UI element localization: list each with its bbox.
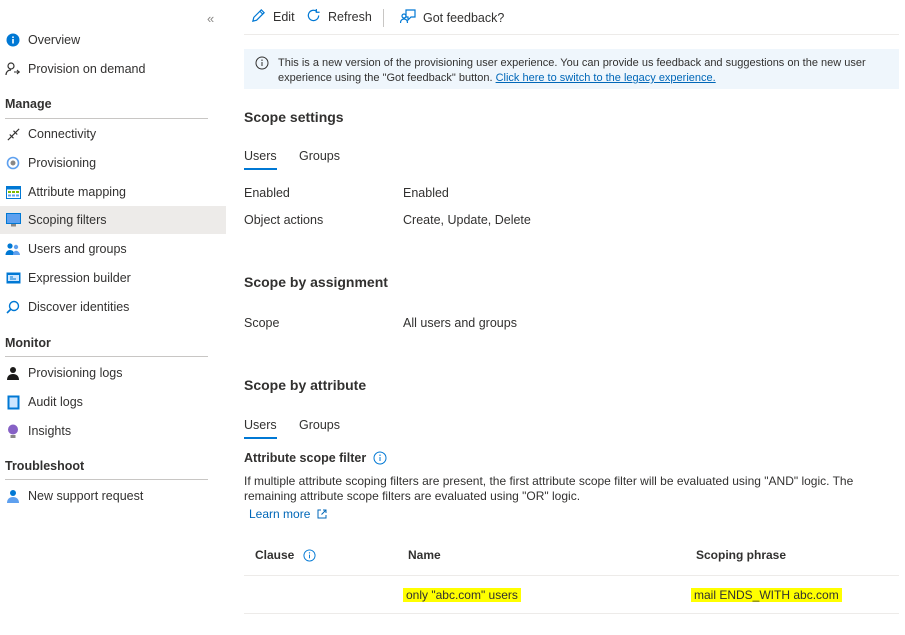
info-icon	[255, 56, 269, 75]
sidebar-item-label: Attribute mapping	[28, 185, 126, 199]
info-banner: This is a new version of the provisionin…	[244, 49, 899, 89]
sidebar-item-label: Provisioning logs	[28, 366, 123, 380]
sidebar-item-label: Scoping filters	[28, 213, 107, 227]
sidebar-item-label: Provisioning	[28, 156, 97, 170]
refresh-button[interactable]: Refresh	[306, 8, 372, 26]
sidebar-item-label: Provision on demand	[28, 62, 146, 76]
divider	[5, 479, 208, 480]
scoping-phrase: mail ENDS_WITH abc.com	[691, 588, 842, 602]
edit-label: Edit	[273, 10, 295, 24]
sidebar-item-expression-builder[interactable]: Expression builder	[0, 264, 226, 292]
audit-logs-icon	[5, 394, 21, 410]
sidebar-item-users-and-groups[interactable]: Users and groups	[0, 235, 226, 263]
scope-key: Scope	[244, 316, 280, 330]
info-icon[interactable]	[373, 451, 387, 465]
edit-icon	[251, 8, 266, 26]
refresh-label: Refresh	[328, 10, 372, 24]
insights-icon	[5, 423, 21, 439]
sidebar-item-label: Audit logs	[28, 395, 83, 409]
sidebar-item-label: New support request	[28, 489, 144, 503]
sidebar-item-insights[interactable]: Insights	[0, 417, 226, 445]
sidebar-item-provision-on-demand[interactable]: Provision on demand	[0, 55, 226, 83]
main-content: Edit Refresh Got feedback? This is a new…	[226, 0, 905, 635]
divider	[244, 613, 899, 614]
learn-more-link[interactable]: Learn more	[249, 507, 327, 521]
scope-filter-name[interactable]: only "abc.com" users	[403, 588, 521, 602]
section-title-troubleshoot: Troubleshoot	[5, 459, 85, 473]
divider	[244, 34, 899, 35]
search-icon	[5, 299, 21, 315]
info-icon	[5, 32, 21, 48]
sidebar-item-connectivity[interactable]: Connectivity	[0, 120, 226, 148]
scope-settings-title: Scope settings	[244, 109, 344, 125]
divider	[5, 118, 208, 119]
sidebar-item-provisioning-logs[interactable]: Provisioning logs	[0, 359, 226, 387]
attribute-mapping-icon	[5, 184, 21, 200]
sidebar-item-scoping-filters[interactable]: Scoping filters	[0, 206, 226, 234]
user-sync-icon	[5, 61, 21, 77]
provisioning-icon	[5, 155, 21, 171]
sidebar-item-label: Expression builder	[28, 271, 131, 285]
enabled-key: Enabled	[244, 186, 290, 200]
enabled-value: Enabled	[403, 186, 449, 200]
sidebar-item-audit-logs[interactable]: Audit logs	[0, 388, 226, 416]
feedback-label: Got feedback?	[423, 10, 505, 25]
tab-groups[interactable]: Groups	[299, 418, 340, 432]
sidebar-item-label: Insights	[28, 424, 72, 438]
scoping-filters-icon	[5, 212, 21, 228]
learn-more-label: Learn more	[249, 507, 311, 521]
sidebar-item-overview[interactable]: Overview	[0, 26, 226, 54]
refresh-icon	[306, 8, 321, 26]
tab-users[interactable]: Users	[244, 149, 277, 170]
object-actions-value: Create, Update, Delete	[403, 213, 531, 227]
scope-value: All users and groups	[403, 316, 517, 330]
sidebar-item-attribute-mapping[interactable]: Attribute mapping	[0, 178, 226, 206]
sidebar-item-new-support-request[interactable]: New support request	[0, 482, 226, 510]
tab-groups[interactable]: Groups	[299, 149, 340, 163]
filter-description: If multiple attribute scoping filters ar…	[244, 474, 854, 503]
divider	[244, 575, 899, 576]
sidebar-item-label: Users and groups	[28, 242, 127, 256]
logs-icon	[5, 365, 21, 381]
connection-icon	[5, 126, 21, 142]
column-header-scoping-phrase: Scoping phrase	[696, 548, 787, 562]
feedback-button[interactable]: Got feedback?	[399, 8, 505, 27]
tab-users[interactable]: Users	[244, 418, 277, 439]
edit-button[interactable]: Edit	[251, 8, 295, 26]
sidebar-item-discover-identities[interactable]: Discover identities	[0, 293, 226, 321]
support-request-icon	[5, 488, 21, 504]
section-title-manage: Manage	[5, 97, 52, 111]
attribute-scope-filter-title: Attribute scope filter	[244, 451, 367, 465]
info-icon[interactable]	[303, 548, 316, 562]
external-link-icon	[317, 509, 327, 519]
sidebar-item-label: Discover identities	[28, 300, 130, 314]
left-nav: « Overview Provision on demand Manage Co…	[0, 0, 226, 635]
expression-builder-icon	[5, 270, 21, 286]
sidebar-item-provisioning[interactable]: Provisioning	[0, 149, 226, 177]
attribute-scope-filter-heading: Attribute scope filter	[244, 451, 387, 465]
toolbar-separator	[383, 9, 384, 27]
collapse-icon[interactable]: «	[207, 11, 214, 26]
column-header-clause: Clause	[255, 548, 316, 562]
sidebar-item-label: Connectivity	[28, 127, 97, 141]
feedback-icon	[399, 8, 416, 27]
object-actions-key: Object actions	[244, 213, 324, 227]
scope-by-assignment-title: Scope by assignment	[244, 274, 388, 290]
legacy-experience-link[interactable]: Click here to switch to the legacy exper…	[496, 72, 716, 84]
users-groups-icon	[5, 241, 21, 257]
column-header-label: Clause	[255, 548, 295, 562]
sidebar-item-label: Overview	[28, 33, 81, 47]
column-header-name: Name	[408, 548, 441, 562]
section-title-monitor: Monitor	[5, 336, 51, 350]
divider	[5, 356, 208, 357]
scope-by-attribute-title: Scope by attribute	[244, 377, 367, 393]
